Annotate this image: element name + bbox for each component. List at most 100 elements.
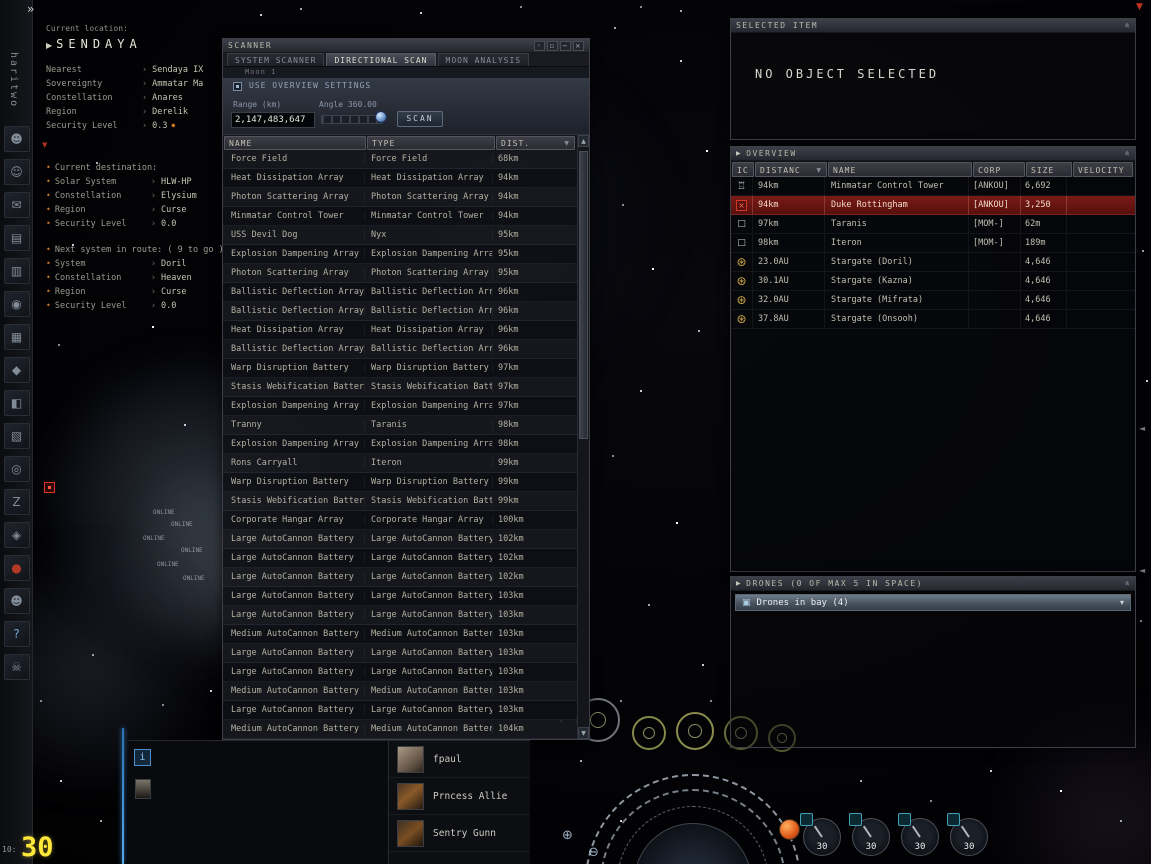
scan-result-row[interactable]: Medium AutoCannon Battery Medium AutoCan… (223, 625, 577, 644)
scan-result-row[interactable]: Heat Dissipation Array Heat Dissipation … (223, 321, 577, 340)
scan-result-row[interactable]: USS Devil Dog Nyx 95km (223, 226, 577, 245)
weapon-module-button[interactable]: 30 (947, 813, 989, 859)
collapse-icon[interactable] (1121, 150, 1131, 157)
pilot-portrait[interactable] (397, 819, 424, 847)
collapse-icon[interactable] (1121, 580, 1131, 587)
overview-titlebar[interactable]: OVERVIEW (731, 147, 1135, 161)
neocom-expand-icon[interactable]: » (27, 2, 34, 16)
scan-result-row[interactable]: Large AutoCannon Battery Large AutoCanno… (223, 549, 577, 568)
character-icon[interactable]: ☻ (3, 126, 30, 152)
compress-icon[interactable] (547, 40, 558, 51)
scan-result-row[interactable]: Large AutoCannon Battery Large AutoCanno… (223, 701, 577, 720)
drones-titlebar[interactable]: DRONES (0 OF MAX 5 IN SPACE) (731, 577, 1135, 591)
pilot-portrait[interactable] (397, 782, 424, 810)
scan-result-row[interactable]: Warp Disruption Battery Warp Disruption … (223, 473, 577, 492)
dropdown-arrow-icon[interactable] (1120, 598, 1124, 607)
expand-icon[interactable] (736, 150, 742, 157)
overview-row[interactable]: 94km Duke Rottingham [ANKOU] 3,250 (731, 196, 1135, 215)
overview-row[interactable]: 23.0AU Stargate (Doril) 4,646 (731, 253, 1135, 272)
scan-result-row[interactable]: Medium AutoCannon Battery Medium AutoCan… (223, 720, 577, 739)
scan-result-row[interactable]: Explosion Dampening Array Explosion Damp… (223, 245, 577, 264)
alert-icon[interactable] (779, 819, 800, 840)
scan-result-row[interactable]: Medium AutoCannon Battery Medium AutoCan… (223, 682, 577, 701)
scrollbar[interactable]: ▲ ▼ (577, 135, 589, 739)
selected-item-titlebar[interactable]: SELECTED ITEM (731, 19, 1135, 33)
drones-in-bay-group[interactable]: Drones in bay (4) (735, 594, 1131, 611)
target-ring-icon[interactable] (632, 716, 666, 750)
clone-icon[interactable]: ☺ (3, 159, 30, 185)
zoom-in-icon[interactable]: ⊕ (562, 828, 573, 843)
pin-icon[interactable] (534, 40, 545, 51)
weapon-module-button[interactable]: 30 (898, 813, 940, 859)
close-icon[interactable] (573, 40, 584, 51)
angle-slider-track[interactable] (321, 115, 383, 124)
mini-portrait-icon[interactable] (135, 779, 151, 799)
scanner-tab[interactable]: SYSTEM SCANNER (227, 53, 325, 66)
scan-result-row[interactable]: Corporate Hangar Array Corporate Hangar … (223, 511, 577, 530)
overview-row[interactable]: 97km Taranis [MOM-] 62m (731, 215, 1135, 234)
corp-icon[interactable]: ◈ (3, 522, 30, 548)
scan-result-row[interactable]: Ballistic Deflection Array Ballistic Def… (223, 340, 577, 359)
help-icon[interactable]: ? (3, 621, 30, 647)
pilot-portrait[interactable] (397, 745, 424, 773)
weapon-module-button[interactable]: 30 (800, 813, 842, 859)
zoom-out-icon[interactable]: ⊖ (588, 845, 599, 860)
scan-result-row[interactable]: Heat Dissipation Array Heat Dissipation … (223, 169, 577, 188)
scan-result-row[interactable]: Photon Scattering Array Photon Scatterin… (223, 188, 577, 207)
pilot-row[interactable]: Sentry Gunn (389, 815, 530, 852)
column-velocity[interactable]: VELOCITY (1073, 162, 1133, 177)
scan-result-row[interactable]: Ballistic Deflection Array Ballistic Def… (223, 283, 577, 302)
info-window-icon[interactable]: i (134, 749, 151, 766)
scan-result-row[interactable]: Large AutoCannon Battery Large AutoCanno… (223, 606, 577, 625)
scan-result-row[interactable]: Explosion Dampening Array Explosion Damp… (223, 397, 577, 416)
weapon-module-button[interactable]: 30 (849, 813, 891, 859)
hostile-bracket-icon[interactable] (44, 482, 55, 493)
edge-arrow-icon[interactable]: ◄ (1139, 424, 1145, 433)
column-icon[interactable]: IC (732, 162, 754, 177)
scanner-tab[interactable]: MOON ANALYSIS (437, 53, 530, 66)
scan-result-row[interactable]: Large AutoCannon Battery Large AutoCanno… (223, 530, 577, 549)
ships-icon[interactable]: ◆ (3, 357, 30, 383)
column-name[interactable]: NAME (224, 136, 366, 150)
column-dist[interactable]: DIST. (496, 136, 575, 150)
scan-result-row[interactable]: Photon Scattering Array Photon Scatterin… (223, 264, 577, 283)
minimize-icon[interactable] (560, 40, 571, 51)
moon-label[interactable]: Moon 1 (223, 67, 589, 78)
items-icon[interactable]: ▦ (3, 324, 30, 350)
target-ring-icon[interactable] (676, 712, 714, 750)
pilot-row[interactable]: fpaul (389, 741, 530, 778)
notepad-icon[interactable]: ▤ (3, 225, 30, 251)
column-distance[interactable]: DISTANC (755, 162, 827, 177)
scan-result-row[interactable]: Large AutoCannon Battery Large AutoCanno… (223, 663, 577, 682)
range-input[interactable] (231, 112, 315, 128)
column-name[interactable]: NAME (828, 162, 972, 177)
scroll-up-icon[interactable]: ▲ (578, 135, 589, 147)
logoff-icon[interactable]: ● (3, 555, 30, 581)
overview-row[interactable]: 30.1AU Stargate (Kazna) 4,646 (731, 272, 1135, 291)
overview-row[interactable]: 32.0AU Stargate (Mifrata) 4,646 (731, 291, 1135, 310)
scan-result-row[interactable]: Warp Disruption Battery Warp Disruption … (223, 359, 577, 378)
scan-result-row[interactable]: Large AutoCannon Battery Large AutoCanno… (223, 644, 577, 663)
collapse-icon[interactable] (1121, 22, 1131, 29)
scanner-tab[interactable]: DIRECTIONAL SCAN (326, 53, 436, 66)
wallet-icon[interactable]: ◧ (3, 390, 30, 416)
map-icon[interactable]: ◎ (3, 456, 30, 482)
scroll-down-icon[interactable]: ▼ (578, 727, 589, 739)
mail-icon[interactable]: ✉ (3, 192, 30, 218)
column-size[interactable]: SIZE (1026, 162, 1072, 177)
column-corp[interactable]: CORP (973, 162, 1025, 177)
scan-result-row[interactable]: Tranny Taranis 98km (223, 416, 577, 435)
scanner-titlebar[interactable]: SCANNER (223, 39, 589, 53)
scan-result-row[interactable]: Explosion Dampening Array Explosion Damp… (223, 435, 577, 454)
scan-result-row[interactable]: Force Field Force Field 68km (223, 150, 577, 169)
scan-result-row[interactable]: Minmatar Control Tower Minmatar Control … (223, 207, 577, 226)
overview-row[interactable]: 98km Iteron [MOM-] 189m (731, 234, 1135, 253)
use-overview-checkbox[interactable] (233, 82, 242, 91)
local-icon[interactable]: ☠ (3, 654, 30, 680)
scan-result-row[interactable]: Ballistic Deflection Array Ballistic Def… (223, 302, 577, 321)
scrollbar-thumb[interactable] (579, 151, 588, 439)
journal-icon[interactable]: ▧ (3, 423, 30, 449)
scan-result-row[interactable]: Stasis Webification Battery Stasis Webif… (223, 378, 577, 397)
system-name[interactable]: ▶ SENDAYA (46, 37, 224, 51)
people-icon[interactable]: ☻ (3, 588, 30, 614)
